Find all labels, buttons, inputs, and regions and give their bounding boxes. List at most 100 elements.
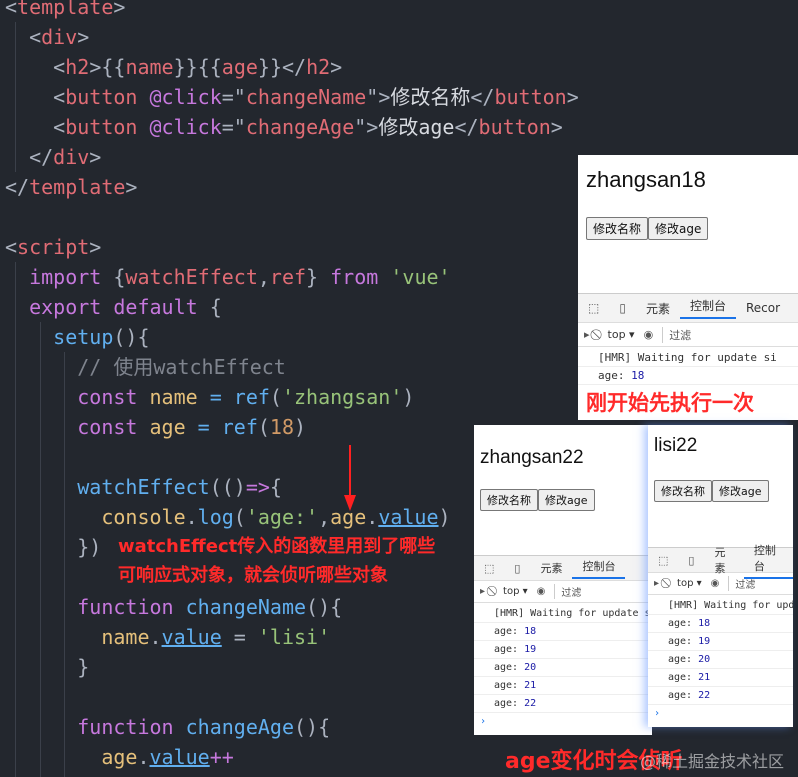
code-token: "> — [354, 115, 379, 139]
filter-input[interactable]: 过滤 — [554, 584, 581, 599]
code-token: template — [29, 175, 126, 199]
eye-icon[interactable]: ◉ — [644, 328, 654, 341]
tab-console[interactable]: 控制台 — [572, 558, 626, 579]
device-icon[interactable]: ▯ — [609, 301, 636, 315]
page-heading: zhangsan18 — [586, 167, 706, 192]
tab-elements[interactable]: 元素 — [530, 560, 572, 576]
code-token: div — [41, 25, 78, 49]
browser-panel-initial: zhangsan18 修改名称 修改age ⬚▯ 元素 控制台 Recor ▸⃠… — [578, 155, 798, 420]
code-line: <div> — [5, 22, 579, 52]
code-token: button — [65, 85, 138, 109]
context-select[interactable]: top ▾ — [608, 328, 635, 341]
tab-elements[interactable]: 元素 — [704, 544, 743, 576]
tab-elements[interactable]: 元素 — [636, 300, 680, 317]
code-token: </ — [454, 115, 479, 139]
context-select[interactable]: top ▾ — [503, 586, 528, 597]
code-token: 修改名称 — [390, 85, 471, 109]
code-token: < — [5, 55, 66, 79]
code-token: const — [5, 385, 150, 409]
hmr-message: [HMR] Waiting for update si — [474, 605, 652, 623]
sidebar-toggle-icon[interactable]: ▸ — [480, 586, 485, 597]
code-token: function — [5, 595, 186, 619]
device-icon[interactable]: ▯ — [504, 562, 530, 575]
code-token: const — [5, 415, 150, 439]
code-token: value — [378, 505, 439, 529]
code-token: ( — [257, 415, 270, 439]
sidebar-toggle-icon[interactable]: ▸ — [654, 578, 659, 589]
code-token: > — [566, 85, 579, 109]
code-token: value — [149, 745, 210, 769]
code-token: </ — [5, 175, 30, 199]
code-token: name — [5, 625, 150, 649]
code-token: { — [209, 295, 222, 319]
watermark: @稀土掘金技术社区 — [640, 752, 785, 771]
code-token: // 使用watchEffect — [5, 355, 286, 379]
code-token: > — [77, 25, 90, 49]
code-line: </template> — [5, 172, 579, 202]
code-token: < — [5, 235, 18, 259]
code-token: name — [125, 55, 174, 79]
code-token: button — [478, 115, 551, 139]
code-token: div — [53, 145, 90, 169]
eye-icon[interactable]: ◉ — [711, 578, 720, 589]
inspect-icon[interactable]: ⬚ — [578, 301, 609, 315]
code-line: // 使用watchEffect — [5, 352, 579, 382]
annotation-line2: 可响应式对象，就会侦听哪些对象 — [118, 565, 388, 586]
console-prompt[interactable]: › — [474, 713, 652, 731]
code-token: , — [257, 265, 270, 289]
console-prompt[interactable]: › — [648, 705, 793, 723]
code-token: } — [306, 265, 331, 289]
code-token: (){ — [294, 715, 331, 739]
code-token: setup — [5, 325, 114, 349]
code-token: (){ — [306, 595, 343, 619]
annotation-first-run: 刚开始先执行一次 — [586, 391, 754, 415]
filter-input[interactable]: 过滤 — [728, 576, 755, 591]
change-age-button[interactable]: 修改age — [712, 480, 769, 502]
log-entry: age: 18 — [474, 623, 652, 641]
tab-console[interactable]: 控制台 — [679, 297, 736, 319]
page-heading: lisi22 — [654, 435, 698, 456]
code-token: >{{ — [89, 55, 126, 79]
context-select[interactable]: top ▾ — [677, 578, 702, 589]
hmr-message: [HMR] Waiting for update si — [578, 349, 798, 367]
code-token: h2 — [306, 55, 331, 79]
eye-icon[interactable]: ◉ — [537, 586, 546, 597]
sidebar-toggle-icon[interactable]: ▸ — [584, 328, 590, 341]
code-token: value — [161, 625, 222, 649]
filter-input[interactable]: 过滤 — [662, 326, 691, 343]
code-token: ( — [269, 385, 282, 409]
change-age-button[interactable]: 修改age — [648, 217, 709, 240]
change-name-button[interactable]: 修改名称 — [480, 489, 538, 511]
code-token: watchEffect — [5, 475, 210, 499]
hmr-message: [HMR] Waiting for update si — [648, 597, 793, 615]
code-token: . — [366, 505, 379, 529]
code-line: setup(){ — [5, 322, 579, 352]
code-line: </div> — [5, 142, 579, 172]
log-entry: age: 21 — [474, 677, 652, 695]
code-token: = — [221, 625, 258, 649]
code-token: 18 — [269, 415, 295, 439]
code-line: <h2>{{name}}{{age}}</h2> — [5, 52, 579, 82]
code-token: = ref — [185, 415, 258, 439]
inspect-icon[interactable]: ⬚ — [474, 562, 504, 575]
inspect-icon[interactable]: ⬚ — [648, 554, 678, 567]
change-name-button[interactable]: 修改名称 — [586, 217, 649, 240]
code-token: . — [149, 625, 162, 649]
code-token: }) — [5, 535, 102, 559]
code-line: const name = ref('zhangsan') — [5, 382, 579, 412]
code-token: > — [113, 0, 126, 19]
code-token: 'vue' — [390, 265, 451, 289]
device-icon[interactable]: ▯ — [678, 554, 704, 567]
code-token: template — [17, 0, 114, 19]
code-line: <script> — [5, 232, 579, 262]
change-name-button[interactable]: 修改名称 — [654, 480, 712, 502]
change-age-button[interactable]: 修改age — [538, 489, 595, 511]
code-token: changeAge — [245, 115, 355, 139]
code-token: } — [5, 655, 90, 679]
tab-recorder[interactable]: Recor — [736, 301, 790, 315]
code-token: =" — [221, 115, 246, 139]
code-token: > — [550, 115, 563, 139]
